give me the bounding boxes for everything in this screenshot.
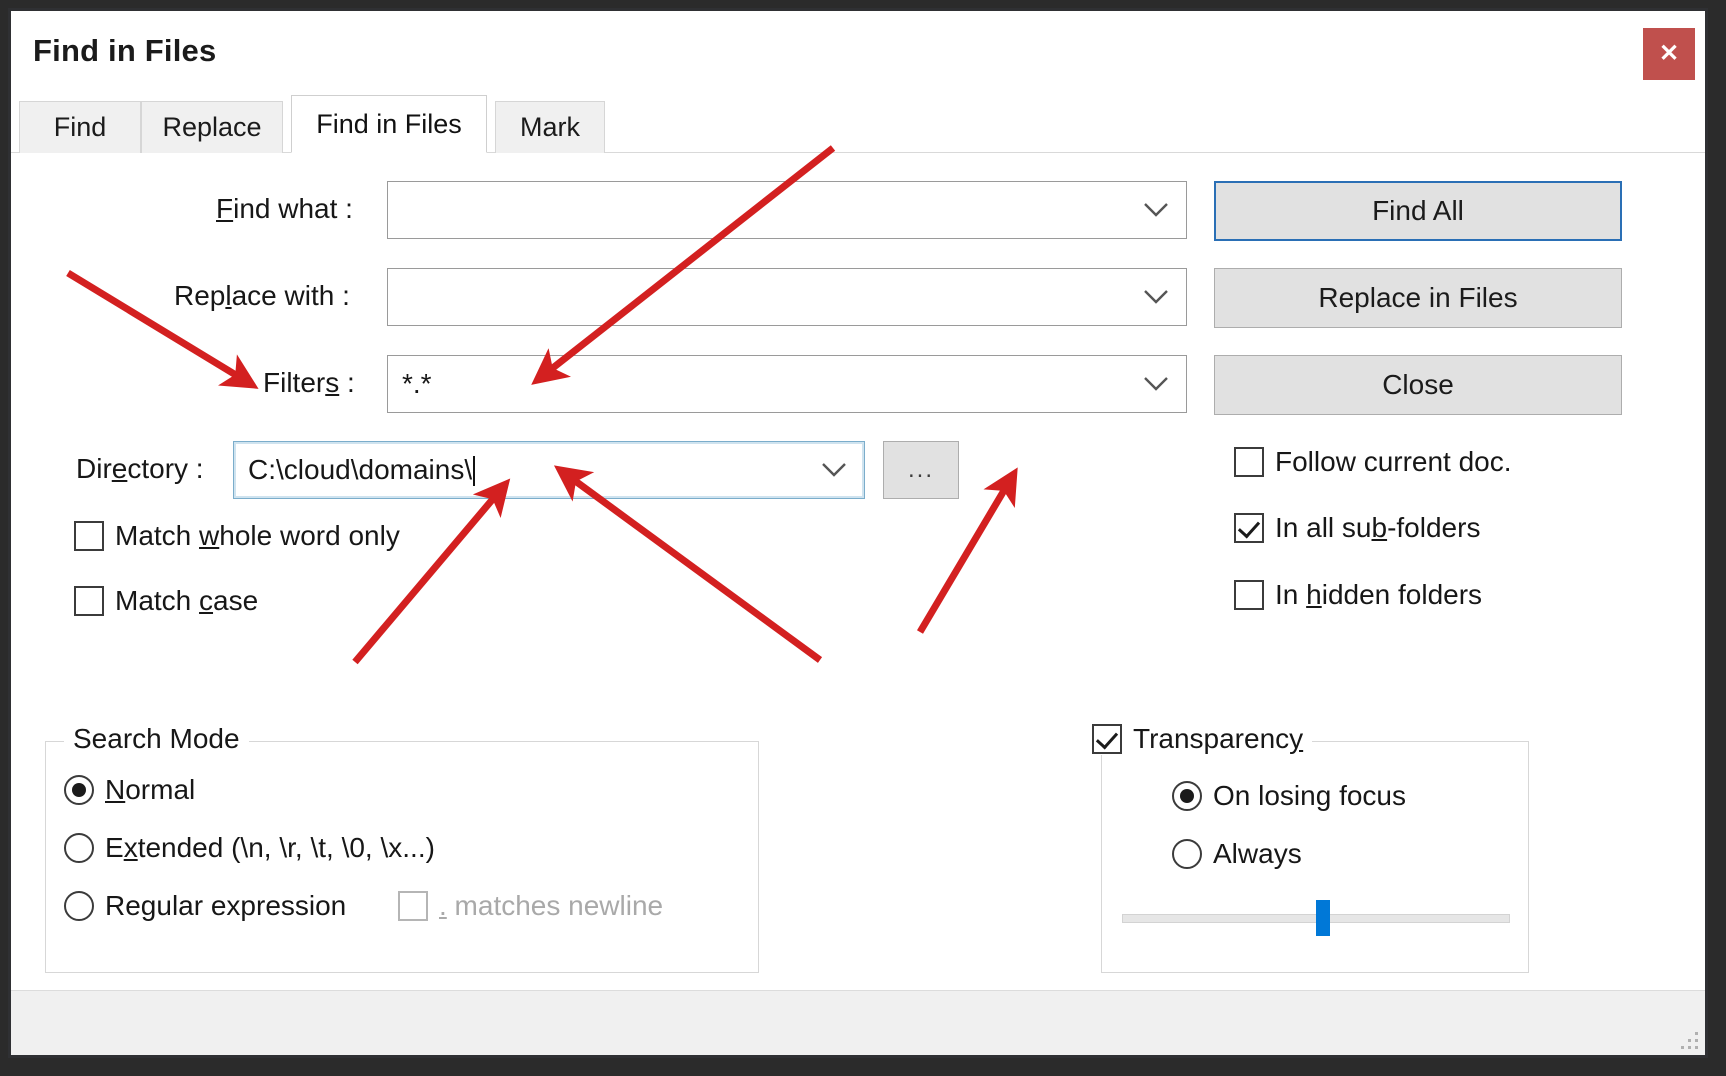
match-whole-word-only-label: Match whole word only bbox=[115, 520, 400, 551]
radio-circle[interactable] bbox=[1172, 839, 1202, 869]
chevron-down-icon[interactable] bbox=[1126, 201, 1186, 219]
checkbox-box[interactable] bbox=[74, 586, 104, 616]
resize-grip-icon[interactable] bbox=[1681, 1032, 1699, 1050]
in-hidden-folders-checkbox[interactable]: In hidden folders bbox=[1234, 579, 1482, 611]
chevron-down-icon[interactable] bbox=[1126, 375, 1186, 393]
dot-matches-newline-label: . matches newline bbox=[439, 890, 664, 921]
tab-find[interactable]: Find bbox=[19, 101, 141, 153]
in-hidden-folders-label: In hidden folders bbox=[1275, 579, 1483, 610]
in-all-sub-folders-label: In all sub-folders bbox=[1275, 512, 1481, 543]
find-all-button[interactable]: Find All bbox=[1214, 181, 1622, 241]
search-mode-legend: Search Mode bbox=[64, 723, 249, 755]
tab-find-in-files[interactable]: Find in Files bbox=[291, 95, 487, 153]
radio-circle[interactable] bbox=[1172, 781, 1202, 811]
directory-combo[interactable]: C:\cloud\domains\ bbox=[233, 441, 865, 499]
title-bar: Find in Files ✕ bbox=[11, 11, 1705, 95]
checkbox-box[interactable] bbox=[1092, 724, 1122, 754]
chevron-down-icon[interactable] bbox=[804, 461, 864, 479]
checkbox-box[interactable] bbox=[398, 891, 428, 921]
slider-thumb[interactable] bbox=[1316, 900, 1331, 936]
match-case-label: Match case bbox=[115, 585, 259, 616]
in-all-sub-folders-checkbox[interactable]: In all sub-folders bbox=[1234, 512, 1480, 544]
radio-circle[interactable] bbox=[64, 833, 94, 863]
filters-combo[interactable]: *.* bbox=[387, 355, 1187, 413]
close-button[interactable]: ✕ bbox=[1643, 28, 1695, 80]
follow-current-doc-checkbox[interactable]: Follow current doc. bbox=[1234, 446, 1512, 478]
dot-matches-newline-checkbox[interactable]: . matches newline bbox=[398, 890, 663, 922]
chevron-down-icon[interactable] bbox=[1126, 288, 1186, 306]
find-all-label: Find All bbox=[1372, 195, 1464, 226]
replace-in-files-button[interactable]: Replace in Files bbox=[1214, 268, 1622, 328]
find-what-label: Find what : bbox=[216, 193, 353, 224]
tab-mark[interactable]: Mark bbox=[495, 101, 605, 153]
search-mode-group: Search Mode Normal Extended (\n, \r, \t,… bbox=[45, 723, 759, 973]
match-whole-word-only-checkbox[interactable]: Match whole word only bbox=[74, 520, 400, 552]
replace-in-files-label: Replace in Files bbox=[1318, 282, 1518, 313]
checkbox-box[interactable] bbox=[1234, 580, 1264, 610]
match-case-checkbox[interactable]: Match case bbox=[74, 585, 258, 617]
tab-find-label: Find bbox=[53, 112, 107, 142]
transparency-always-label: Always bbox=[1213, 838, 1302, 869]
dialog-body: Find what : Replace with : Filters : *.*… bbox=[11, 153, 1705, 1055]
browse-directory-label: ... bbox=[907, 456, 934, 483]
tab-mark-label: Mark bbox=[520, 112, 580, 142]
filters-input[interactable]: *.* bbox=[388, 368, 1126, 400]
transparency-checkbox[interactable]: Transparency bbox=[1092, 723, 1303, 755]
replace-with-label: Replace with : bbox=[174, 280, 350, 311]
follow-current-doc-label: Follow current doc. bbox=[1275, 446, 1512, 477]
search-mode-normal-radio[interactable]: Normal bbox=[64, 774, 195, 806]
search-mode-regex-radio[interactable]: Regular expression bbox=[64, 890, 346, 922]
directory-label: Directory : bbox=[76, 453, 204, 484]
search-mode-regex-label: Regular expression bbox=[105, 890, 347, 921]
tab-replace-label: Replace bbox=[162, 112, 262, 142]
close-dialog-label: Close bbox=[1382, 369, 1454, 400]
checkbox-box[interactable] bbox=[74, 521, 104, 551]
transparency-legend-slot: Transparency bbox=[1092, 723, 1313, 755]
radio-circle[interactable] bbox=[64, 775, 94, 805]
close-dialog-button[interactable]: Close bbox=[1214, 355, 1622, 415]
find-in-files-dialog: Find in Files ✕ Find Replace Find in Fil… bbox=[8, 8, 1708, 1058]
text-caret bbox=[473, 456, 476, 487]
transparency-slider[interactable] bbox=[1122, 900, 1510, 936]
transparency-group: Transparency On losing focus Always bbox=[1092, 723, 1529, 973]
transparency-on-losing-focus-label: On losing focus bbox=[1213, 780, 1406, 811]
radio-circle[interactable] bbox=[64, 891, 94, 921]
directory-input-value: C:\cloud\domains\ bbox=[248, 453, 473, 485]
transparency-always-radio[interactable]: Always bbox=[1172, 838, 1302, 870]
search-mode-extended-label: Extended (\n, \r, \t, \0, \x...) bbox=[105, 832, 435, 863]
checkbox-box[interactable] bbox=[1234, 447, 1264, 477]
checkbox-box[interactable] bbox=[1234, 513, 1264, 543]
close-icon: ✕ bbox=[1658, 40, 1680, 67]
search-mode-extended-radio[interactable]: Extended (\n, \r, \t, \0, \x...) bbox=[64, 832, 435, 864]
directory-input[interactable]: C:\cloud\domains\ bbox=[234, 454, 804, 487]
page-title: Find in Files bbox=[33, 33, 217, 68]
find-what-combo[interactable] bbox=[387, 181, 1187, 239]
browse-directory-button[interactable]: ... bbox=[883, 441, 959, 499]
tab-find-in-files-label: Find in Files bbox=[316, 108, 462, 139]
tab-replace[interactable]: Replace bbox=[141, 101, 283, 153]
search-mode-normal-label: Normal bbox=[105, 774, 196, 805]
status-bar bbox=[11, 990, 1705, 1055]
transparency-label: Transparency bbox=[1133, 723, 1304, 754]
transparency-on-losing-focus-radio[interactable]: On losing focus bbox=[1172, 780, 1406, 812]
tab-strip: Find Replace Find in Files Mark bbox=[11, 95, 1705, 153]
filters-label: Filters : bbox=[263, 367, 355, 398]
replace-with-combo[interactable] bbox=[387, 268, 1187, 326]
